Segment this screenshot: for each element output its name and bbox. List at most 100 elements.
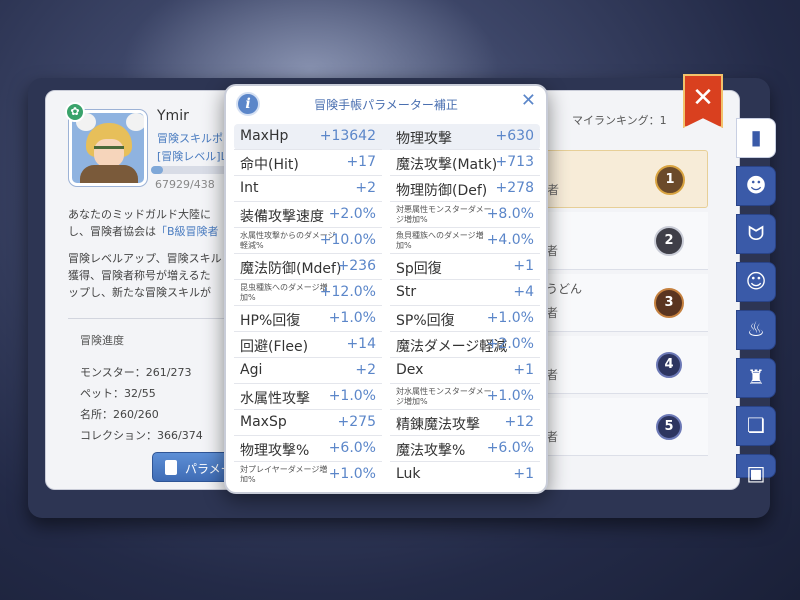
stat-value: +2.0% [328,206,376,222]
stat-row: 回避(Flee) +14 魔法ダメージ軽減 +2.0% [234,332,540,358]
side-tab-chef-hat-icon[interactable]: ♨ [736,310,776,350]
stat-value: +236 [337,258,376,274]
stat-cell: Luk +1 [390,462,540,482]
exp-text: 67929/438 [155,178,215,191]
rank-badge-icon: 4 [656,352,682,378]
stat-label: Luk [396,466,421,482]
stat-value: +1.0% [328,310,376,326]
book-icon: ▮ [750,125,762,149]
stat-label: Sp回復 [396,261,442,277]
progress-title: 冒険進度 [80,334,124,347]
book-icon [165,460,177,475]
rank-badge-icon: 5 [656,414,682,440]
stat-row: HP%回復 +1.0% SP%回復 +1.0% [234,306,540,332]
stat-row: 装備攻撃速度 +2.0% 対悪属性モンスターダメージ増加% +8.0% [234,202,540,228]
stat-cell: HP%回復 +1.0% [234,306,382,332]
stat-value: +17 [346,154,376,170]
rank-highlight: 「B級冒険者 [156,225,219,238]
stat-row: 水属性攻撃からのダメージ軽減% +10.0% 魚貝種族へのダメージ増加% +4.0% [234,228,540,254]
stat-row: 物理攻撃% +6.0% 魔法攻撃% +6.0% [234,436,540,462]
stat-label: 物理攻撃 [396,131,452,147]
my-ranking: マイランキング：1 [572,114,667,127]
helmet-wing-right [126,113,144,131]
stat-row: Agi +2 Dex +1 [234,358,540,384]
stat-value: +1 [513,258,534,274]
side-tab-devil-face-icon[interactable]: ☻ [736,166,776,206]
stat-value: +8.0% [486,206,534,222]
desc-line: 獲得、冒険者称号が増えるた [68,269,211,282]
stat-label: SP%回復 [396,313,455,329]
stat-value: +4.0% [486,232,534,248]
stat-value: +1.0% [328,466,376,482]
side-tab-chat-face-icon[interactable]: ☺ [736,262,776,302]
stat-cell: 魔法ダメージ軽減 +2.0% [390,332,540,358]
stat-value: +1 [513,466,534,482]
stat-cell: 対悪属性モンスターダメージ増加% +8.0% [390,202,540,228]
guild-icon: ♜ [747,365,765,389]
parameter-modal: i 冒険手帳パラメーター補正 ✕ MaxHp +13642 物理攻撃 +630 命中(H… [224,84,548,494]
ranking-row[interactable]: 者5 [540,398,708,456]
stat-label: 魚貝種族へのダメージ増加% [396,231,484,250]
stat-value: +13642 [319,128,376,144]
stat-value: +6.0% [486,440,534,456]
modal-close-icon[interactable]: ✕ [521,90,536,111]
stat-label: 回避(Flee) [240,339,309,355]
stat-row: 命中(Hit) +17 魔法攻撃(Matk) +713 [234,150,540,176]
side-tab-open-book-icon[interactable]: ❏ [736,406,776,446]
stat-cell: Int +2 [234,176,382,202]
ranking-row[interactable]: 者2 [540,212,708,270]
stat-value: +14 [346,336,376,352]
modal-header: i 冒険手帳パラメーター補正 ✕ [226,86,546,120]
side-tab-book-icon[interactable]: ▮ [736,118,776,158]
side-tab-card-icon[interactable]: ▣ [736,454,776,485]
exp-bar [151,166,231,174]
stat-label: MaxHp [240,128,289,144]
side-tab-horns-icon[interactable]: ᗢ [736,214,776,254]
avatar[interactable] [69,110,147,186]
ranking-row[interactable]: うどん者 3 [540,274,708,332]
modal-title: 冒険手帳パラメーター補正 [314,98,458,112]
horns-icon: ᗢ [747,221,765,245]
stat-cell: Dex +1 [390,358,540,384]
stat-cell: 回避(Flee) +14 [234,332,382,358]
chef-hat-icon: ♨ [747,317,765,341]
stat-cell: 物理防御(Def) +278 [390,176,540,202]
stat-cell: 魔法攻撃% +6.0% [390,436,540,462]
stat-row: 対プレイヤーダメージ増加% +1.0% Luk +1 [234,462,540,482]
ranking-row[interactable]: 者4 [540,336,708,394]
rank-badge-icon: 1 [655,165,685,195]
card-icon: ▣ [746,461,766,485]
stat-row: 水属性攻撃 +1.0% 対水属性モンスターダメージ増加% +1.0% [234,384,540,410]
stat-cell: 対水属性モンスターダメージ増加% +1.0% [390,384,540,410]
stat-value: +1.0% [486,310,534,326]
exp-bar-fill [151,166,164,174]
stat-label: 物理防御(Def) [396,183,488,199]
stat-value: +1 [513,362,534,378]
ranking-name: うどん [546,282,583,296]
desc-line: ップし、新たな冒険スキルが [68,286,211,299]
stat-row: MaxSp +275 精錬魔法攻撃 +12 [234,410,540,436]
stat-cell: Sp回復 +1 [390,254,540,280]
ranking-row[interactable]: 者1 [540,150,708,208]
adventure-level-label: [冒険レベル]L [157,150,227,163]
stat-label: 装備攻撃速度 [240,209,324,225]
stat-cell: 命中(Hit) +17 [234,150,382,176]
avatar-face [94,139,124,167]
stat-cell: 昆虫種族へのダメージ増加% +12.0% [234,280,382,306]
stat-cell: 水属性攻撃からのダメージ軽減% +10.0% [234,228,382,254]
stat-cell: 対プレイヤーダメージ増加% +1.0% [234,462,382,482]
stat-value: +6.0% [328,440,376,456]
stat-label: 命中(Hit) [240,157,299,173]
stat-row: Int +2 物理防御(Def) +278 [234,176,540,202]
stat-cell: 魔法攻撃(Matk) +713 [390,150,540,176]
stat-value: +275 [337,414,376,430]
parameter-table: MaxHp +13642 物理攻撃 +630 命中(Hit) +17 魔法攻撃(Matk) +… [234,124,540,482]
stat-label: 水属性攻撃 [240,391,310,407]
side-tab-guild-icon[interactable]: ♜ [736,358,776,398]
stat-value: +630 [495,128,534,144]
desc-line: 冒険レベルアップ、冒険スキル [68,252,222,265]
divider [68,318,228,319]
stat-label: MaxSp [240,414,287,430]
progress-pet: ペット：32/55 [80,387,156,400]
stat-label: 精錬魔法攻撃 [396,417,480,433]
